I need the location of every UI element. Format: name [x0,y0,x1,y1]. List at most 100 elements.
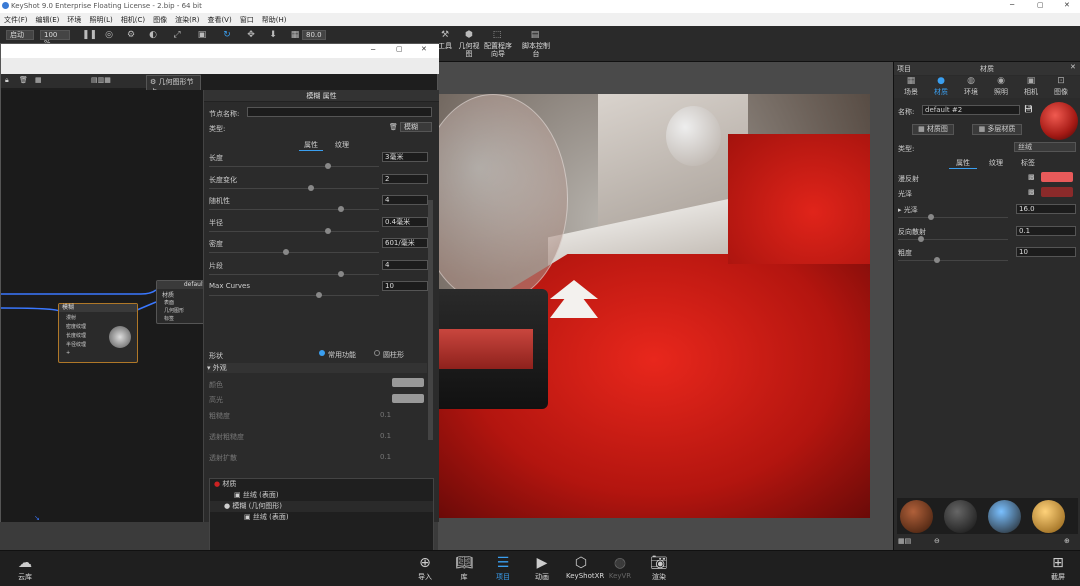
property-slider[interactable] [209,273,379,275]
property-slider-knob[interactable] [283,249,290,255]
maximize-icon[interactable]: ▢ [396,45,403,53]
material-graph-button[interactable]: ▦ 材质图 [912,124,954,135]
menu-window[interactable]: 窗口 [236,13,258,27]
delete-icon[interactable]: 🗑︎ [19,76,28,84]
menu-file[interactable]: 文件(F) [0,13,32,27]
right-subtab-texture[interactable]: 纹理 [982,158,1010,168]
minimize-button[interactable]: ─ [1010,1,1014,9]
tab-properties[interactable]: 属性 [299,140,323,151]
library-ball-3[interactable] [988,500,1021,533]
import-button[interactable]: ⊕ 导入 [410,554,440,582]
menu-environment[interactable]: 环境 [63,13,85,27]
tree-item-material[interactable]: ● 材质 [210,479,433,490]
tools-icon[interactable]: ⚒ [440,30,450,40]
material-name-input[interactable]: default #2 [922,105,1020,115]
property-value-field[interactable]: 10 [382,281,428,291]
property-slider[interactable] [209,252,379,253]
library-button[interactable]: 📖︎ 库 [449,554,479,582]
property-slider-knob[interactable] [324,227,331,234]
backscatter-slider[interactable] [898,239,1008,240]
zoom-dropdown[interactable]: 100 % [40,30,70,47]
settings-icon[interactable]: ⚙ [126,30,136,40]
contrast-icon[interactable]: ◐ [148,30,158,40]
script-console-label[interactable]: 脚本控制台 [522,42,550,58]
save-material-icon[interactable]: 💾︎ [1024,105,1033,113]
roughness-value[interactable]: 0.1 [380,411,391,419]
close-button[interactable]: ✕ [1064,1,1070,9]
property-slider-knob[interactable] [324,163,331,169]
sheen-value-field[interactable]: 16.0 [1016,204,1076,214]
type-dropdown[interactable]: 模糊 [400,122,432,132]
refresh-icon[interactable]: ↻ [222,30,232,40]
right-subtab-properties[interactable]: 属性 [949,158,977,169]
tab-environment[interactable]: ◍ 环境 [956,76,986,97]
minimize-icon[interactable]: ─ [371,46,375,54]
tab-image[interactable]: ⊡ 图像 [1046,76,1076,97]
keyvr-button[interactable]: ◍ KeyVR [605,554,635,580]
roughness-field[interactable]: 10 [1016,247,1076,257]
sheen-slider-knob[interactable] [928,214,934,220]
screenshot-button[interactable]: ⊞ 截屏 [1043,554,1073,582]
appearance-section[interactable]: ▾ 外观 [207,363,427,373]
render-viewport[interactable] [418,94,870,518]
tab-material[interactable]: ● 材质 [926,76,956,97]
performance-icon[interactable]: ◎ [104,30,114,40]
fov-field[interactable]: 80.0 [302,30,326,40]
multilayer-button[interactable]: ▦ 多层材质 [972,124,1022,135]
specular-swatch[interactable] [392,394,424,403]
tree-item-velvet-surface-2[interactable]: ▣ 丝绒 (表面) [210,512,433,523]
sheen-swatch[interactable] [1041,187,1073,197]
sheen-texture-icon[interactable]: ▩ [1028,188,1035,196]
grid-view-icon[interactable]: ▦▤ [898,537,911,545]
property-slider[interactable] [209,230,379,232]
property-slider-knob[interactable] [337,206,344,212]
shape-option-common[interactable]: 常用功能 [328,350,356,360]
transmission-roughness-value[interactable]: 0.1 [380,432,391,440]
render-button[interactable]: 📷︎ 渲染 [644,554,674,582]
delete-type-icon[interactable]: 🗑︎ [389,123,398,131]
sheen-slider[interactable] [898,217,1008,218]
tab-scene[interactable]: ▦ 场景 [896,76,926,97]
shape-option-cylinder[interactable]: 圆柱形 [383,350,404,360]
down-arrow-icon[interactable]: ⬇ [268,30,278,40]
transmission-diffusion-value[interactable]: 0.1 [380,453,391,461]
node-graph-canvas[interactable]: default 材质 表面 几何图形 标签 模糊 漫射 密度纹理 长度纹理 半径… [1,90,206,522]
keyshotxr-button[interactable]: ⬡ KeyShotXR [566,554,604,580]
animation-button[interactable]: ▶ 动画 [527,554,557,582]
panel-close-icon[interactable]: ✕ [1070,63,1076,71]
maximize-button[interactable]: ▢ [1037,1,1044,9]
property-slider-knob[interactable] [337,270,344,277]
backscatter-slider-knob[interactable] [918,236,924,242]
menu-help[interactable]: 帮助(H) [258,13,291,27]
script-console-icon[interactable]: ▤ [530,30,540,40]
shape-radio-cylinder[interactable] [374,350,380,356]
property-slider[interactable] [209,209,379,210]
backscatter-field[interactable]: 0.1 [1016,226,1076,236]
library-ball-2[interactable] [944,500,977,533]
property-value-field[interactable]: 3毫米 [382,152,428,162]
menu-edit[interactable]: 编辑(E) [32,13,64,27]
property-slider[interactable] [209,187,379,189]
menu-lighting[interactable]: 照明(L) [85,13,116,27]
menu-image[interactable]: 图像 [149,13,171,27]
diffuse-swatch[interactable] [1041,172,1073,182]
library-ball-4[interactable] [1032,500,1065,533]
material-node[interactable]: default 材质 表面 几何图形 标签 [156,280,206,324]
geometry-view-label[interactable]: 几何视图 [458,42,480,58]
diffuse-texture-icon[interactable]: ▩ [1028,173,1035,181]
expand-icon[interactable]: ⤢ [172,30,182,40]
right-type-dropdown[interactable]: 丝绒 [1014,142,1076,152]
tree-item-velvet-surface[interactable]: ▣ 丝绒 (表面) [210,490,433,501]
config-wizard-icon[interactable]: ⬚ [492,30,502,40]
property-slider-knob[interactable] [308,184,314,191]
property-slider[interactable] [209,166,379,167]
menu-camera[interactable]: 相机(C) [117,13,149,27]
config-wizard-label[interactable]: 配置程序向导 [482,42,514,58]
menu-render[interactable]: 渲染(R) [171,13,203,27]
tab-texture[interactable]: 纹理 [330,140,354,150]
color-swatch[interactable] [392,378,424,387]
geometry-view-icon[interactable]: ⬢ [464,30,474,40]
cloud-library-button[interactable]: ☁ 云库 [10,554,40,582]
start-dropdown[interactable]: 启动 [6,30,34,40]
tab-lighting[interactable]: ◉ 照明 [986,76,1016,97]
